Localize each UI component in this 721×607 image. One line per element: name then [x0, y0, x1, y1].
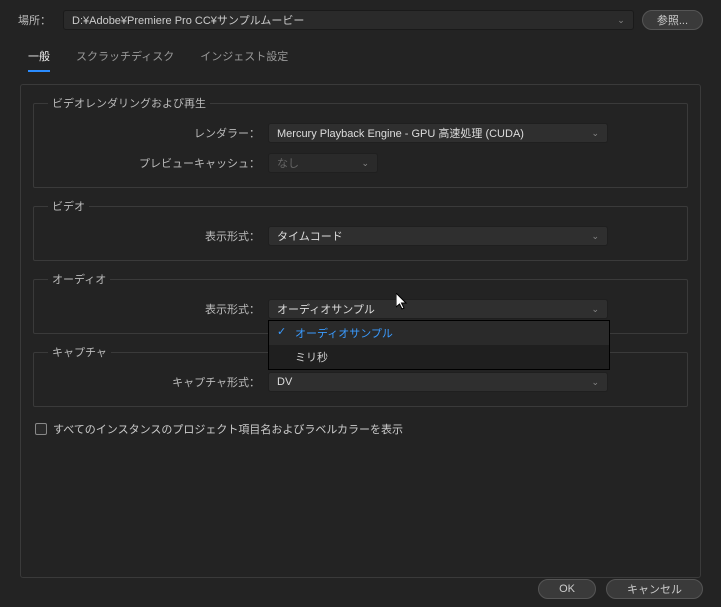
dialog-footer: OK キャンセル [538, 579, 703, 599]
browse-button[interactable]: 参照... [642, 10, 703, 30]
tab-general[interactable]: 一般 [28, 44, 50, 72]
renderer-value: Mercury Playback Engine - GPU 高速処理 (CUDA… [277, 125, 524, 141]
tabs: 一般 スクラッチディスク インジェスト設定 [0, 44, 721, 72]
location-path-select[interactable]: D:¥Adobe¥Premiere Pro CC¥サンプルムービー ⌄ [63, 10, 634, 30]
location-path-text: D:¥Adobe¥Premiere Pro CC¥サンプルムービー [72, 12, 304, 28]
video-rendering-legend: ビデオレンダリングおよび再生 [48, 95, 210, 111]
location-row: 場所： D:¥Adobe¥Premiere Pro CC¥サンプルムービー ⌄ … [0, 0, 721, 38]
audio-display-value: オーディオサンプル [277, 301, 375, 317]
show-instance-labels-text: すべてのインスタンスのプロジェクト項目名およびラベルカラーを表示 [53, 421, 403, 437]
renderer-select[interactable]: Mercury Playback Engine - GPU 高速処理 (CUDA… [268, 123, 608, 143]
audio-display-select[interactable]: オーディオサンプル ⌄ ✓ オーディオサンプル ミリ秒 [268, 299, 608, 319]
ok-button[interactable]: OK [538, 579, 596, 599]
capture-format-select[interactable]: DV ⌄ [268, 372, 608, 392]
capture-legend: キャプチャ [48, 344, 111, 360]
show-instance-labels-checkbox[interactable] [35, 423, 47, 435]
video-section: ビデオ 表示形式： タイムコード ⌄ [33, 198, 688, 261]
video-display-value: タイムコード [277, 228, 343, 244]
dropdown-option-label: オーディオサンプル [295, 328, 393, 340]
dropdown-option-milliseconds[interactable]: ミリ秒 [269, 345, 609, 369]
tab-scratch-disks[interactable]: スクラッチディスク [76, 44, 174, 72]
audio-display-dropdown: ✓ オーディオサンプル ミリ秒 [268, 320, 610, 370]
tab-ingest-settings[interactable]: インジェスト設定 [200, 44, 288, 72]
chevron-down-icon: ⌄ [361, 158, 369, 169]
audio-legend: オーディオ [48, 271, 110, 287]
dropdown-option-label: ミリ秒 [295, 352, 328, 364]
chevron-down-icon: ⌄ [591, 304, 599, 315]
video-display-label: 表示形式： [48, 228, 268, 244]
preview-cache-value: なし [277, 155, 299, 171]
audio-display-label: 表示形式： [48, 301, 268, 317]
chevron-down-icon: ⌄ [591, 377, 599, 388]
audio-section: オーディオ 表示形式： オーディオサンプル ⌄ ✓ オーディオサンプル ミリ秒 [33, 271, 688, 334]
preview-cache-label: プレビューキャッシュ： [48, 155, 268, 171]
chevron-down-icon: ⌄ [591, 128, 599, 139]
check-icon: ✓ [277, 325, 286, 338]
video-rendering-section: ビデオレンダリングおよび再生 レンダラー： Mercury Playback E… [33, 95, 688, 188]
capture-format-value: DV [277, 376, 292, 388]
video-legend: ビデオ [48, 198, 89, 214]
location-label: 場所： [18, 12, 51, 28]
renderer-label: レンダラー： [48, 125, 268, 141]
cancel-button[interactable]: キャンセル [606, 579, 703, 599]
preview-cache-select: なし ⌄ [268, 153, 378, 173]
dropdown-option-audio-samples[interactable]: ✓ オーディオサンプル [269, 321, 609, 345]
capture-format-label: キャプチャ形式： [48, 374, 268, 390]
chevron-down-icon: ⌄ [591, 231, 599, 242]
video-display-select[interactable]: タイムコード ⌄ [268, 226, 608, 246]
show-instance-labels-row[interactable]: すべてのインスタンスのプロジェクト項目名およびラベルカラーを表示 [33, 417, 688, 441]
chevron-down-icon: ⌄ [617, 15, 625, 26]
settings-panel: ビデオレンダリングおよび再生 レンダラー： Mercury Playback E… [20, 84, 701, 578]
